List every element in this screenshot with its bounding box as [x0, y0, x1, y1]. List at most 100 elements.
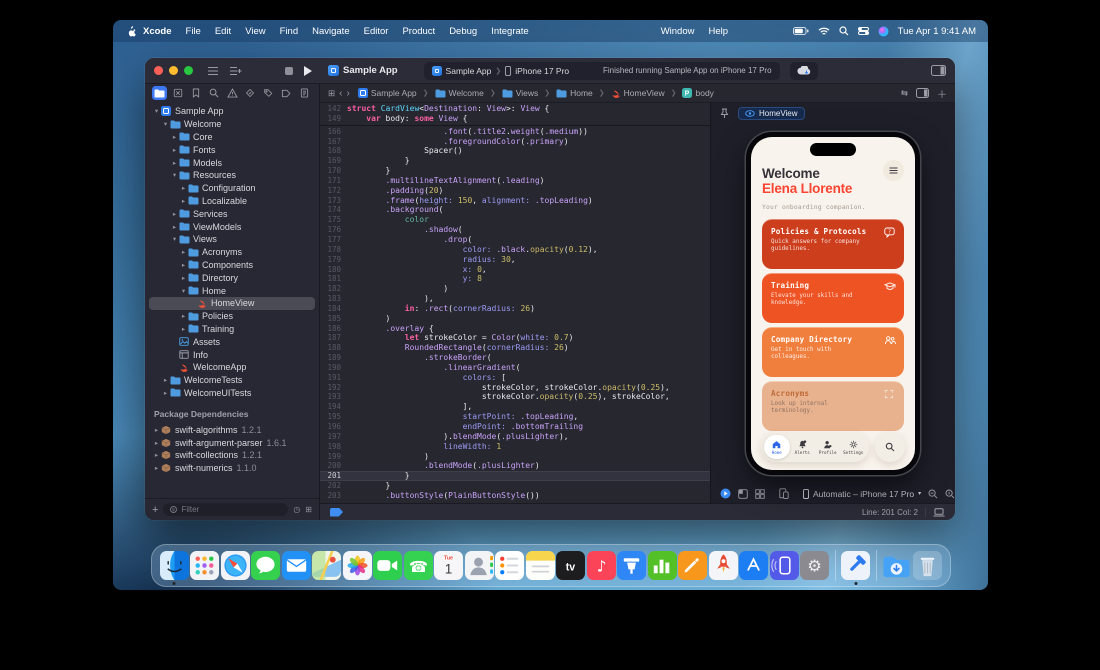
tree-item-policies[interactable]: ▸ Policies	[149, 310, 315, 323]
disclosure-closed-icon[interactable]: ▸	[179, 197, 188, 205]
code-line-187[interactable]: 187 let strokeColor = Color(white: 0.7)	[320, 333, 710, 343]
editor-arrange-icon[interactable]	[229, 66, 242, 76]
tab-home[interactable]: Home	[764, 435, 790, 459]
tree-item-homeview[interactable]: HomeView	[149, 296, 315, 310]
tree-item-welcomeapp[interactable]: WelcomeApp	[149, 361, 315, 374]
disclosure-open-icon[interactable]: ▾	[161, 120, 170, 128]
recents-filter-icon[interactable]: ◷	[293, 505, 300, 514]
card-acronyms[interactable]: Acronyms Look up internal terminology.	[762, 381, 904, 431]
code-line-203[interactable]: 203 .buttonStyle(PlainButtonStyle())	[320, 491, 710, 501]
dock-phone[interactable]: ☎	[403, 551, 433, 580]
close-button[interactable]	[154, 66, 163, 75]
tree-item-localizable[interactable]: ▸ Localizable	[149, 195, 315, 208]
code-line-192[interactable]: 192 strokeColor, strokeColor.opacity(0.2…	[320, 383, 710, 393]
code-line-169[interactable]: 169 }	[320, 156, 710, 166]
breakpoint-icon[interactable]	[330, 507, 343, 517]
code-line-177[interactable]: 177 .drop(	[320, 235, 710, 245]
filter-field[interactable]: Filter	[163, 503, 289, 516]
navigator-tab-issues[interactable]	[225, 86, 240, 100]
zoom-button[interactable]	[184, 66, 193, 75]
menu-help[interactable]: Help	[701, 26, 735, 37]
add-button[interactable]: +	[152, 504, 158, 516]
tree-item-sample-app[interactable]: ▾ Sample App	[149, 105, 315, 118]
dock-numbers[interactable]	[647, 551, 677, 580]
spotlight-search-icon[interactable]	[839, 26, 849, 36]
disclosure-closed-icon[interactable]: ▸	[152, 464, 161, 472]
navigator-tab-bookmarks[interactable]	[188, 86, 203, 100]
menu-find[interactable]: Find	[273, 26, 305, 37]
dock-finder[interactable]	[159, 551, 189, 585]
code-line-190[interactable]: 190 .linearGradient(	[320, 363, 710, 373]
tree-item-info[interactable]: Info	[149, 348, 315, 361]
tree-item-fonts[interactable]: ▸ Fonts	[149, 143, 315, 156]
breadcrumb-sample-app[interactable]: Sample App	[357, 88, 417, 98]
code-line-168[interactable]: 168 Spacer()	[320, 146, 710, 156]
tree-item-views[interactable]: ▾ Views	[149, 233, 315, 246]
zoom-actual-icon[interactable]	[945, 489, 955, 499]
package-item-swift-numerics[interactable]: ▸ swift-numerics 1.1.0	[149, 462, 315, 475]
code-line-182[interactable]: 182 )	[320, 284, 710, 294]
dock-pages[interactable]	[678, 551, 707, 580]
tree-item-home[interactable]: ▾ Home	[149, 284, 315, 297]
dock-tv[interactable]: tv	[556, 551, 585, 580]
code-line-197[interactable]: 197 ).blendMode(.plusLighter),	[320, 432, 710, 442]
minimize-button[interactable]	[169, 66, 178, 75]
code-line-188[interactable]: 188 RoundedRectangle(cornerRadius: 26)	[320, 343, 710, 353]
dock-downloads[interactable]	[882, 551, 911, 580]
menu-window[interactable]: Window	[654, 26, 702, 37]
code-line-196[interactable]: 196 endPoint: .bottomTrailing	[320, 422, 710, 432]
disclosure-closed-icon[interactable]: ▸	[170, 210, 179, 218]
battery-icon[interactable]	[792, 27, 809, 35]
code-line-179[interactable]: 179 radius: 30,	[320, 255, 710, 265]
run-icon[interactable]	[304, 65, 312, 76]
dock-mail[interactable]	[281, 551, 311, 580]
dock-reminders[interactable]	[495, 551, 524, 580]
scheme-project[interactable]: Sample App	[446, 66, 492, 76]
menu-debug[interactable]: Debug	[442, 26, 484, 37]
code-line-200[interactable]: 200 .blendMode(.plusLighter)	[320, 461, 710, 471]
device-settings-icon[interactable]	[779, 488, 789, 499]
back-chevron-icon[interactable]: ‹	[339, 88, 342, 99]
tab-settings[interactable]: Settings	[841, 435, 867, 459]
navigator-tab-debug[interactable]	[261, 86, 276, 100]
dock-trash[interactable]	[912, 551, 942, 580]
code-line-170[interactable]: 170 }	[320, 166, 710, 176]
package-item-swift-algorithms[interactable]: ▸ swift-algorithms 1.2.1	[149, 423, 315, 436]
disclosure-closed-icon[interactable]: ▸	[179, 274, 188, 282]
code-line-173[interactable]: 173 .frame(height: 150, alignment: .topL…	[320, 196, 710, 206]
dock-maps[interactable]	[312, 551, 341, 580]
control-center-icon[interactable]	[857, 27, 869, 35]
code-line-198[interactable]: 198 lineWidth: 1	[320, 442, 710, 452]
selectable-icon[interactable]	[738, 488, 748, 499]
navigator-tab-breakpoints[interactable]	[279, 86, 294, 100]
disclosure-closed-icon[interactable]: ▸	[161, 376, 170, 384]
disclosure-closed-icon[interactable]: ▸	[179, 312, 188, 320]
code-line-194[interactable]: 194 ],	[320, 402, 710, 412]
code-line-199[interactable]: 199 )	[320, 452, 710, 462]
disclosure-closed-icon[interactable]: ▸	[170, 146, 179, 154]
navigator-tab-tests[interactable]	[243, 86, 258, 100]
code-line-167[interactable]: 167 .foregroundColor(.primary)	[320, 137, 710, 147]
code-line-201[interactable]: 201 }	[320, 471, 710, 482]
code-line-142[interactable]: 142 struct CardView<Destination: View>: V…	[320, 104, 710, 114]
dock-notes[interactable]	[525, 551, 555, 580]
code-line-191[interactable]: 191 colors: [	[320, 373, 710, 383]
disclosure-closed-icon[interactable]: ▸	[170, 159, 179, 167]
disclosure-closed-icon[interactable]: ▸	[179, 248, 188, 256]
pin-icon[interactable]	[720, 108, 729, 119]
code-line-166[interactable]: 166 .font(.title2.weight(.medium))	[320, 127, 710, 137]
live-preview-icon[interactable]	[720, 488, 731, 499]
code-line-174[interactable]: 174 .background(	[320, 205, 710, 215]
laptop-icon[interactable]	[933, 507, 945, 517]
dock-xcode[interactable]	[841, 551, 870, 585]
breadcrumb-views[interactable]: Views	[502, 88, 538, 98]
tree-item-resources[interactable]: ▾ Resources	[149, 169, 315, 182]
line-col-indicator[interactable]: Line: 201 Col: 2	[862, 508, 918, 517]
disclosure-closed-icon[interactable]: ▸	[170, 133, 179, 141]
disclosure-closed-icon[interactable]: ▸	[179, 261, 188, 269]
card-policies-protocols[interactable]: Policies & Protocols Quick answers for co…	[762, 219, 904, 269]
scm-filter-icon[interactable]: ⊞	[305, 505, 312, 514]
disclosure-closed-icon[interactable]: ▸	[179, 325, 188, 333]
code-line-175[interactable]: 175 color	[320, 215, 710, 225]
navigator-tab-project[interactable]	[152, 86, 167, 100]
